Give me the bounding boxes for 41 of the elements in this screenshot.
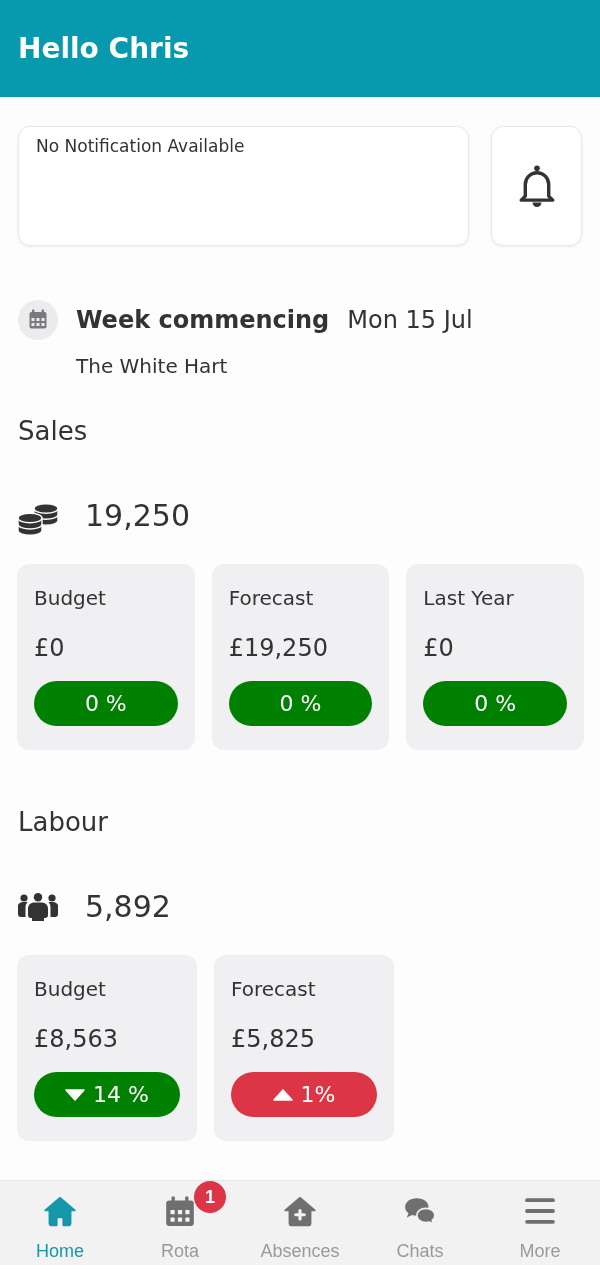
metric-card[interactable]: Last Year £0 0 % [406, 564, 584, 750]
home-icon [43, 1195, 77, 1227]
menu-icon [523, 1195, 557, 1227]
metric-card[interactable]: Budget £8,563 14 % [17, 955, 197, 1141]
triangle-up-icon [272, 1088, 293, 1101]
variance-percent: 14 % [93, 1080, 149, 1109]
notification-button[interactable] [491, 126, 582, 246]
card-value: £0 [34, 633, 65, 664]
section-total: 19,250 [85, 497, 190, 535]
triangle-down-icon [65, 1088, 86, 1101]
card-label: Forecast [231, 976, 316, 1003]
metric-card[interactable]: Budget £0 0 % [17, 564, 195, 750]
nav-tab[interactable]: 1 Rota [120, 1181, 240, 1265]
section-title: Labour [18, 806, 108, 839]
variance-percent: 1% [300, 1080, 336, 1109]
variance-percent: 0 % [84, 689, 127, 718]
greeting-title: Hello Chris [18, 32, 190, 65]
variance-percent: 0 % [474, 689, 517, 718]
count-badge: 1 [194, 1181, 226, 1213]
calendar-icon [18, 300, 58, 340]
bell-icon [517, 165, 556, 207]
house-plus-icon [283, 1195, 317, 1227]
card-value: £8,563 [34, 1024, 118, 1055]
metric-card[interactable]: Forecast £5,825 1% [214, 955, 394, 1141]
section-title: Sales [18, 415, 88, 448]
week-label: Week commencing [76, 305, 330, 336]
notification-message: No Notification Available [36, 135, 245, 158]
site-name: The White Hart [76, 353, 228, 380]
card-label: Budget [34, 585, 106, 612]
card-value: £5,825 [231, 1024, 315, 1055]
variance-percent: 0 % [279, 689, 322, 718]
card-value: £19,250 [228, 633, 328, 664]
calendar-icon [163, 1195, 197, 1227]
card-label: Forecast [228, 585, 314, 612]
metric-card[interactable]: Forecast £19,250 0 % [211, 564, 390, 750]
card-label: Budget [34, 976, 106, 1003]
people-icon [17, 893, 59, 921]
card-label: Last Year [423, 585, 514, 612]
section-total: 5,892 [85, 888, 171, 926]
week-date[interactable]: Mon 15 Jul [347, 300, 473, 340]
card-value: £0 [423, 633, 454, 664]
